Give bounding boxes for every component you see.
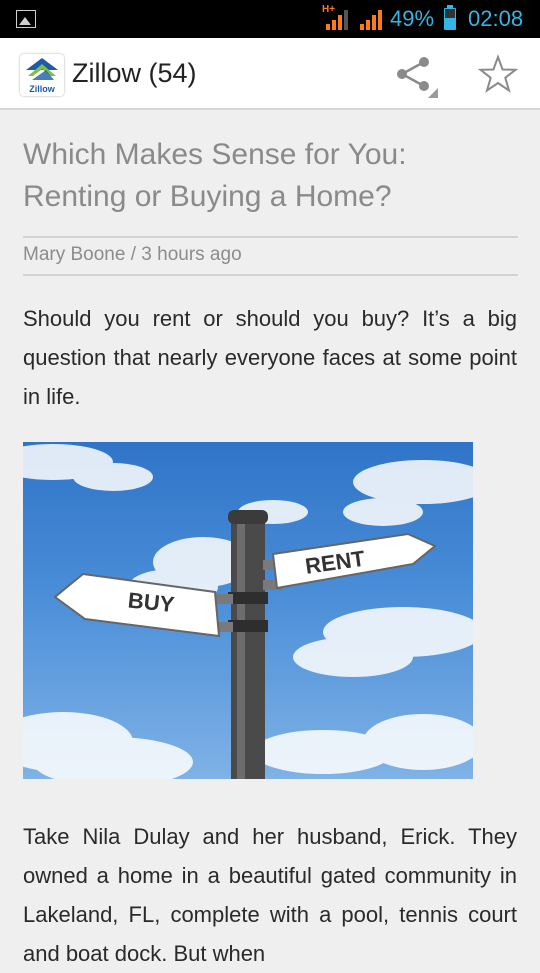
app-logo-icon[interactable]: Zillow — [20, 54, 64, 96]
star-icon — [477, 54, 519, 93]
signal-strength-icon — [360, 8, 384, 30]
battery-percent: 49% — [390, 6, 435, 31]
mobile-signal-icon — [326, 8, 350, 30]
favorite-button[interactable] — [474, 52, 524, 100]
sign-buy-label: BUY — [127, 587, 176, 617]
article-image[interactable]: RENT BUY — [23, 442, 473, 779]
app-title[interactable]: Zillow (54) — [72, 58, 197, 89]
divider — [23, 236, 518, 238]
share-icon — [397, 57, 438, 98]
share-button[interactable] — [390, 52, 440, 100]
status-bar: H+ 49% 02:08 — [0, 0, 540, 38]
gallery-notification-icon — [16, 10, 36, 28]
article-byline: Mary Boone / 3 hours ago — [23, 244, 242, 265]
battery-icon — [444, 5, 456, 30]
divider — [23, 274, 518, 276]
clock: 02:08 — [468, 6, 524, 31]
article-title: Which Makes Sense for You: Renting or Bu… — [23, 138, 407, 213]
logo-text: Zillow — [29, 84, 55, 94]
action-bar: Zillow Zillow (54) — [0, 38, 540, 110]
article-intro: Should you rent or should you buy? It’s … — [23, 306, 517, 409]
article-body: Take Nila Dulay and her husband, Erick. … — [23, 824, 517, 966]
